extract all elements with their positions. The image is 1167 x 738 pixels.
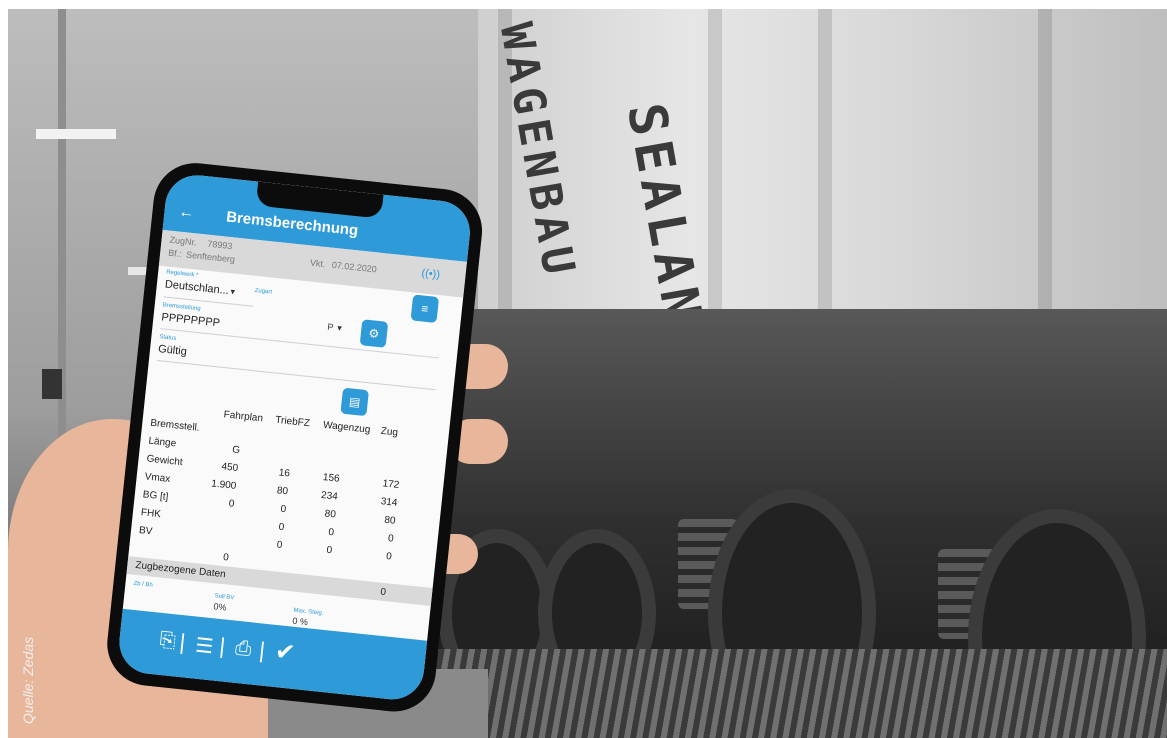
divider	[160, 328, 439, 359]
status-label: Status	[159, 334, 177, 342]
zugart-select[interactable]: P	[327, 322, 334, 333]
col-header-wagenzug: Wagenzug	[322, 419, 371, 436]
toolbar-divider: |	[218, 633, 227, 659]
vkt-value: 07.02.2020	[331, 259, 378, 275]
arrow-left-icon[interactable]: ←	[178, 203, 196, 223]
smartphone: ← Bremsberechnung ZugNr. 78993 Bf.: Senf…	[103, 159, 487, 716]
table-row-label: BV	[138, 525, 153, 538]
table-cell: 0	[327, 526, 335, 539]
check-icon[interactable]: ✔	[274, 637, 297, 668]
divider	[156, 359, 436, 391]
table-cell	[314, 435, 344, 438]
list-icon[interactable]: ☰	[194, 633, 214, 660]
col-header-zug: Zug	[380, 425, 399, 439]
table-cell: 0	[276, 539, 283, 552]
table-cell: 172	[382, 478, 400, 491]
regelwerk-select[interactable]: Deutschlan...	[164, 278, 229, 297]
table-row-label: Gewicht	[146, 453, 184, 469]
table-cell: 156	[322, 472, 341, 485]
table-extra-zero: 0	[222, 552, 230, 564]
table-row-label: FHK	[140, 507, 162, 521]
table-cell: G	[231, 444, 241, 457]
section-title: Zugbezogene Daten	[134, 559, 227, 581]
chevron-down-icon: ▾	[336, 322, 343, 334]
table-cell: 0	[279, 503, 287, 516]
table-row-label: Länge	[147, 435, 177, 450]
settings-cog-icon[interactable]: ⚙	[359, 319, 389, 348]
bf-value: Senftenberg	[185, 249, 236, 265]
table-cell: 0	[228, 498, 235, 510]
soll-bv-label: Soll BV	[214, 593, 235, 602]
vkt-label: Vkt.	[309, 257, 326, 270]
table-cell: 0	[385, 551, 393, 563]
soll-bv-value: 0%	[213, 601, 228, 613]
wagon-rib	[818, 9, 832, 339]
table-cell: 80	[324, 508, 337, 521]
photo-credit: Quelle: Zedas	[20, 636, 36, 724]
toolbar-divider: |	[178, 628, 187, 655]
signal-box	[42, 369, 62, 399]
table-cell	[213, 424, 243, 427]
photo-scene: WAGENBAU SEALAND ← Bremsberechnung ZugNr…	[8, 9, 1167, 738]
table-cell: 314	[380, 496, 398, 509]
train-document-icon[interactable]: ⎘	[158, 629, 177, 654]
table-cell	[374, 441, 404, 444]
table-cell: 1.900	[210, 478, 237, 492]
zug-label: ZugNr.	[169, 234, 198, 248]
zb-bh-label: Zb / Bh	[133, 580, 154, 589]
table-row-label: BG [t]	[142, 489, 169, 503]
table-cell	[372, 459, 402, 462]
zugart-label: Zugart	[254, 287, 273, 296]
section-header: Zugbezogene Daten	[126, 556, 433, 606]
max-steig-value: 0 %	[291, 615, 309, 628]
table-cell	[203, 514, 233, 517]
table-cell: 16	[278, 467, 291, 480]
table-row-label: Vmax	[144, 471, 171, 485]
chevron-down-icon: ▾	[230, 286, 236, 297]
table-cell: 0	[325, 544, 333, 557]
table-cell: 0	[387, 533, 395, 545]
col-header-fahrplan: Fahrplan	[223, 409, 264, 425]
zug-value: 78993	[206, 238, 233, 252]
toolbar-divider: |	[257, 637, 267, 663]
table-cell: 80	[276, 485, 289, 498]
table-cell	[312, 453, 342, 456]
bf-label: Bf.:	[167, 247, 183, 259]
status-value: Gültig	[157, 343, 188, 359]
table-cell: 234	[320, 489, 339, 503]
menu-list-icon[interactable]: ≡	[410, 294, 440, 323]
table-cell: 450	[220, 461, 239, 475]
table-cell	[262, 447, 292, 450]
table-row-label: Bremsstell.	[149, 417, 201, 434]
wagon-rib	[708, 9, 722, 339]
table-cell	[264, 430, 294, 433]
wagon-rib	[1038, 9, 1052, 339]
table-cell: 0	[278, 521, 285, 534]
lamp-arm	[36, 129, 116, 139]
bremsstellung-label: Bremsstellung	[162, 302, 201, 313]
wireless-icon[interactable]: ((•))	[421, 267, 441, 281]
document-search-icon[interactable]: ▤	[340, 387, 369, 417]
table-cell: 80	[383, 514, 397, 527]
col-header-triebfz: TriebFZ	[274, 414, 311, 430]
table-cell	[201, 532, 231, 535]
print-icon[interactable]: ⎙	[234, 637, 252, 662]
phone-screen: ← Bremsberechnung ZugNr. 78993 Bf.: Senf…	[116, 172, 474, 703]
bremsstellung-value: PPPPPPPP	[160, 311, 221, 330]
regelwerk-label: Regelwerk *	[165, 269, 199, 279]
